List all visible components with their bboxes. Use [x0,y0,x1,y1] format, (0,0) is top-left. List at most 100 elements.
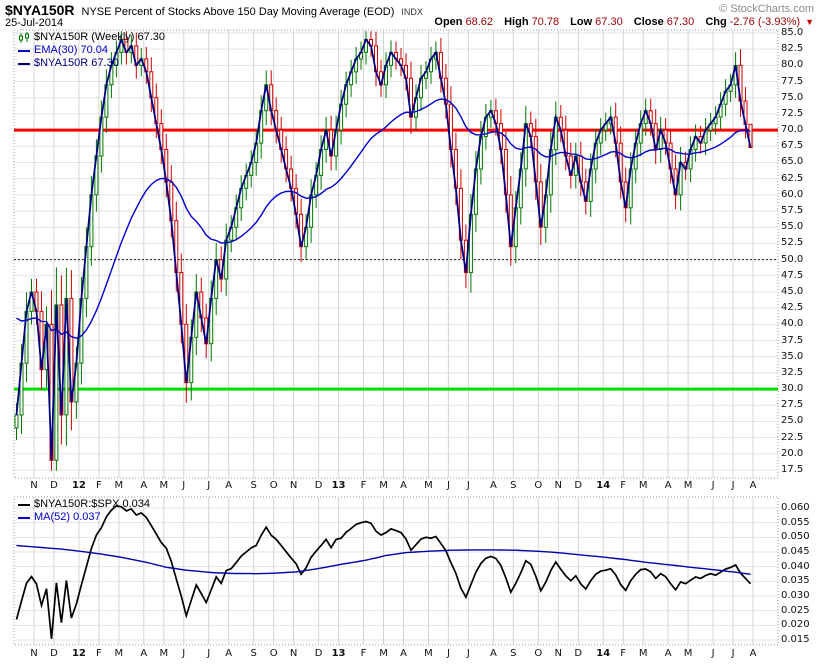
y-axis-tick: 50.0 [781,253,804,265]
legend-item-ratio: $NYA150R:$SPX 0.034 [18,498,150,511]
main-chart-legend: $NYA150R (Weekly) 67.30 EMA(30) 70.04 $N… [18,31,165,70]
x-axis-month-label: F [360,648,367,659]
x-axis-month-label: A [140,480,148,491]
down-arrow-icon: ▼ [805,17,814,27]
ohlc-quote-bar: Open 68.62 High 70.78 Low 67.30 Close 67.30 … [426,16,814,28]
x-axis-month-label: D [574,480,583,491]
y-axis-tick: 60.0 [781,188,804,200]
x-axis-month-label: M [683,648,693,659]
stockcharts-chart-page: $NYA150R NYSE Percent of Stocks Above 15… [0,0,820,668]
x-axis-month-label: N [554,648,563,659]
x-axis-month-label: F [620,648,627,659]
y-axis-tick: 65.0 [781,156,804,168]
y-axis-tick: 80.0 [781,59,804,71]
x-axis-month-label: A [140,648,148,659]
legend-item-closeline: $NYA150R 67.30 [18,57,165,70]
y-axis-tick: 57.5 [781,205,804,217]
legend-label: EMA(30) 70.04 [34,44,108,56]
x-axis-month-label: A [749,648,757,659]
y-axis-tick: 22.5 [781,431,804,443]
low-label: Low [570,16,593,28]
price-chart-canvas [13,29,779,646]
x-axis-month-label: J [466,480,470,491]
y-axis-tick: 45.0 [781,285,804,297]
x-axis-month-label: 14 [596,648,611,659]
x-axis-month-label: A [664,648,672,659]
close-label: Close [633,16,664,28]
x-axis-month-label: D [314,648,323,659]
x-axis-month-label: J [207,648,211,659]
y-axis-tick: 0.020 [781,619,810,631]
y-axis-tick: 75.0 [781,91,804,103]
x-axis-month-label: 12 [71,648,86,659]
x-axis-month-label: S [510,648,517,659]
y-axis-tick: 0.025 [781,604,810,616]
chart-date: 25-Jul-2014 [5,17,64,29]
y-axis-tick: 0.045 [781,545,810,557]
x-axis-month-label: M [424,480,433,491]
x-axis-month-label: J [446,480,450,491]
x-axis-month-label: M [114,480,124,491]
y-axis-tick: 55.0 [781,221,804,233]
y-axis-tick: 77.5 [781,75,804,87]
x-axis-month-label: N [289,648,298,659]
copyright-label: © StockCharts.com [719,3,814,15]
x-axis-month-label: M [638,648,648,659]
y-axis-tick: 70.0 [781,124,804,136]
symbol-label: $NYA150R [5,2,75,18]
x-axis-month-label: J [711,480,715,491]
x-axis-month-label: M [114,648,124,659]
line-swatch-icon [18,49,30,52]
x-axis-month-label: J [207,480,211,491]
y-axis-tick: 35.0 [781,350,804,362]
x-axis-month-label: 13 [331,480,346,491]
chart-header: $NYA150R NYSE Percent of Stocks Above 15… [5,2,423,18]
line-swatch-icon [18,503,30,506]
x-axis-month-label: N [289,480,298,491]
y-axis-tick: 17.5 [781,464,804,475]
close-value: 67.30 [666,16,695,28]
x-axis-month-label: O [534,480,543,491]
x-axis-month-label: J [446,648,450,659]
x-axis-month-label: S [250,648,257,659]
x-axis-month-label: S [250,480,257,491]
high-value: 70.78 [531,16,560,28]
y-axis-tick: 0.060 [781,502,810,513]
y-axis-tick: 27.5 [781,399,804,411]
y-axis-tick: 0.030 [781,589,810,601]
x-axis-month-label: F [95,480,102,491]
x-axis-month-label: D [50,480,58,491]
legend-label: $NYA150R:$SPX 0.034 [34,498,150,510]
legend-label: $NYA150R (Weekly) 67.30 [34,31,166,43]
x-axis-month-label: J [466,648,470,659]
x-axis-month-label: A [664,480,672,491]
y-axis-tick: 0.055 [781,516,810,528]
x-axis-month-label: O [269,648,278,659]
x-axis-month-label: S [510,480,517,491]
y-axis-tick: 47.5 [781,269,804,281]
x-axis-month-label: M [424,648,433,659]
x-axis-month-label: J [182,480,186,491]
x-axis-month-label: O [269,480,278,491]
y-axis-tick: 52.5 [781,237,804,249]
x-axis-month-label: A [225,480,233,491]
y-axis-tick: 0.035 [781,575,810,587]
y-axis-tick: 32.5 [781,366,804,378]
y-axis-tick: 30.0 [781,383,804,395]
y-axis-tick: 0.050 [781,531,810,543]
x-axis-month-label: M [159,648,169,659]
x-axis-month-label: M [683,480,693,491]
x-axis-month-label: D [50,648,58,659]
exchange-label: INDX [401,7,423,17]
candlestick-icon [18,31,30,44]
legend-item-ma52: MA(52) 0.037 [18,511,150,524]
x-axis-month-label: J [731,480,735,491]
x-axis-month-label: N [554,480,563,491]
y-axis-tick: 72.5 [781,107,804,119]
y-axis-tick: 20.0 [781,447,804,459]
legend-label: $NYA150R 67.30 [34,57,119,69]
x-axis-month-label: J [731,648,735,659]
line-swatch-icon [18,62,30,65]
legend-item-price: $NYA150R (Weekly) 67.30 [18,31,165,44]
x-axis-month-label: F [360,480,367,491]
